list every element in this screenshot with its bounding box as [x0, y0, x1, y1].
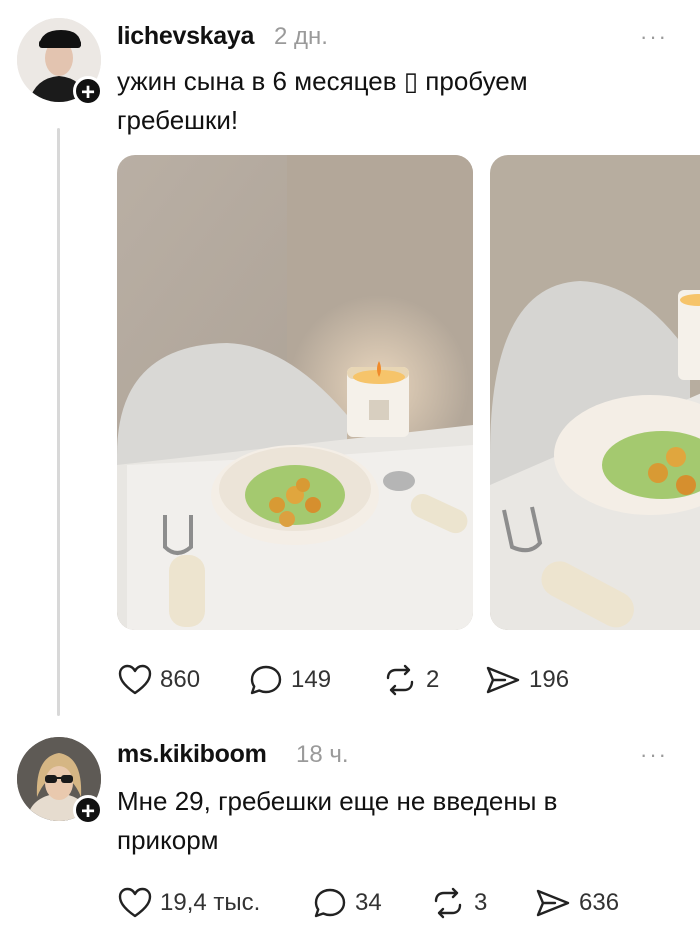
thread-line	[57, 128, 60, 716]
post-time: 2 дн.	[274, 23, 328, 50]
reply-comment-count: 34	[355, 889, 382, 916]
post-photo-1[interactable]	[117, 155, 473, 630]
comment-count: 149	[291, 666, 332, 693]
plus-icon: +	[80, 79, 95, 106]
heart-icon	[118, 887, 152, 918]
post-text-line1: ужин сына в 6 месяцев ▯ пробуем	[117, 66, 528, 96]
post-text-line2: гребешки!	[117, 105, 239, 135]
photo-image	[117, 155, 473, 630]
repost-icon	[386, 664, 414, 696]
reply-share-button[interactable]: 636	[535, 887, 619, 919]
like-count: 860	[160, 666, 201, 693]
repost-button[interactable]: 2	[382, 664, 439, 696]
photo-image-2	[490, 155, 700, 630]
comment-button[interactable]: 149	[249, 664, 331, 696]
reply-username[interactable]: ms.kikiboom	[117, 740, 267, 769]
heart-icon	[118, 664, 152, 695]
like-button[interactable]: 860	[118, 664, 200, 696]
reply-comment-button[interactable]: 34	[313, 887, 382, 919]
reply-text-line2: прикорм	[117, 825, 219, 855]
share-icon	[486, 666, 520, 694]
comment-icon	[250, 665, 282, 695]
share-button[interactable]: 196	[485, 664, 569, 696]
reply-like-count: 19,4 тыс.	[160, 889, 261, 916]
follow-plus-button-2[interactable]: +	[73, 795, 103, 825]
reply-time: 18 ч.	[296, 741, 349, 768]
share-icon	[536, 889, 570, 917]
reply-repost-count: 3	[474, 889, 488, 916]
comment-icon	[314, 888, 346, 918]
reply-more-button[interactable]: ···	[640, 742, 668, 768]
post-photo-2[interactable]	[490, 155, 700, 630]
post-more-button[interactable]: ···	[640, 24, 668, 50]
follow-plus-button[interactable]: +	[73, 76, 103, 106]
reply-share-count: 636	[579, 889, 620, 916]
repost-icon	[434, 887, 462, 919]
reply-like-button[interactable]: 19,4 тыс.	[118, 887, 260, 919]
post-username[interactable]: lichevskaya	[117, 22, 254, 51]
share-count: 196	[529, 666, 570, 693]
repost-count: 2	[426, 666, 440, 693]
reply-text-line1: Мне 29, гребешки еще не введены в	[117, 786, 558, 816]
plus-icon: +	[80, 798, 95, 825]
reply-repost-button[interactable]: 3	[430, 887, 487, 919]
